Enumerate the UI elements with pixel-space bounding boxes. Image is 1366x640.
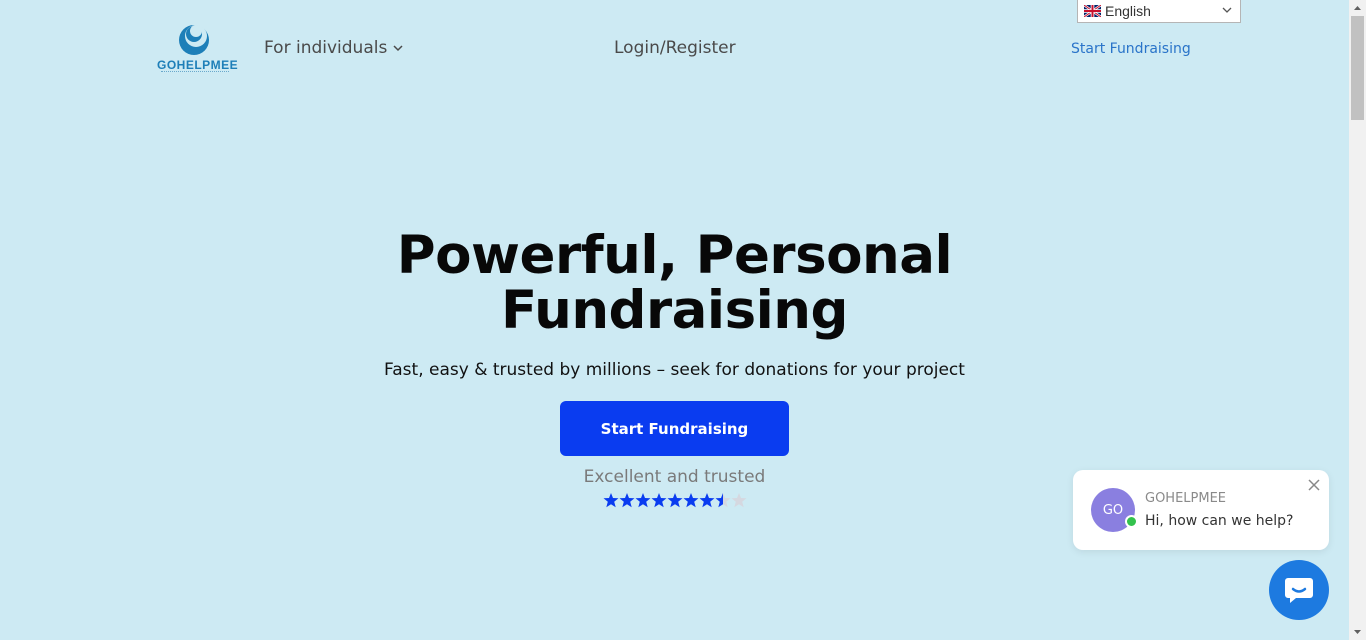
star-icon — [683, 493, 699, 508]
hero-title-line2: Fundraising — [501, 280, 848, 341]
language-label: English — [1105, 3, 1151, 19]
scroll-down-icon[interactable] — [1353, 627, 1362, 636]
star-icon — [619, 493, 635, 508]
rating-stars — [603, 492, 747, 509]
hero-title: Powerful, Personal Fundraising — [0, 228, 1349, 338]
logo-icon — [179, 25, 209, 55]
nav-for-individuals[interactable]: For individuals — [264, 38, 403, 58]
hero-subtitle: Fast, easy & trusted by millions – seek … — [384, 360, 965, 380]
chat-message: Hi, how can we help? — [1145, 513, 1294, 529]
chat-greeting-card[interactable]: GO GOHELPMEE Hi, how can we help? — [1073, 470, 1329, 550]
chevron-down-icon — [393, 44, 403, 51]
star-icon — [731, 493, 747, 508]
hero-title-line1: Powerful, Personal — [396, 225, 953, 286]
logo-text: GOHELPMEE — [157, 58, 239, 72]
chat-launcher-button[interactable] — [1269, 560, 1329, 620]
star-icon — [699, 493, 715, 508]
chevron-down-icon — [1222, 7, 1232, 13]
scroll-thumb[interactable] — [1351, 16, 1364, 120]
star-icon — [667, 493, 683, 508]
nav-start-fundraising[interactable]: Start Fundraising — [1071, 41, 1191, 57]
site-logo[interactable]: GOHELPMEE — [157, 22, 239, 78]
star-icon — [603, 493, 619, 508]
chat-agent-name: GOHELPMEE — [1145, 491, 1227, 506]
nav-for-individuals-label: For individuals — [264, 38, 388, 58]
star-icon — [715, 493, 731, 508]
uk-flag-icon — [1084, 5, 1101, 17]
online-status-dot — [1125, 515, 1138, 528]
star-icon — [635, 493, 651, 508]
star-icon — [651, 493, 667, 508]
language-select[interactable]: English — [1077, 0, 1241, 23]
start-fundraising-button[interactable]: Start Fundraising — [560, 401, 789, 456]
nav-login-register[interactable]: Login/Register — [614, 38, 736, 58]
close-icon[interactable] — [1307, 478, 1321, 492]
page-scrollbar[interactable] — [1349, 0, 1366, 640]
scroll-up-icon[interactable] — [1353, 4, 1362, 13]
chat-bubble-icon — [1285, 578, 1313, 603]
logo-tagline-mark — [161, 71, 229, 73]
